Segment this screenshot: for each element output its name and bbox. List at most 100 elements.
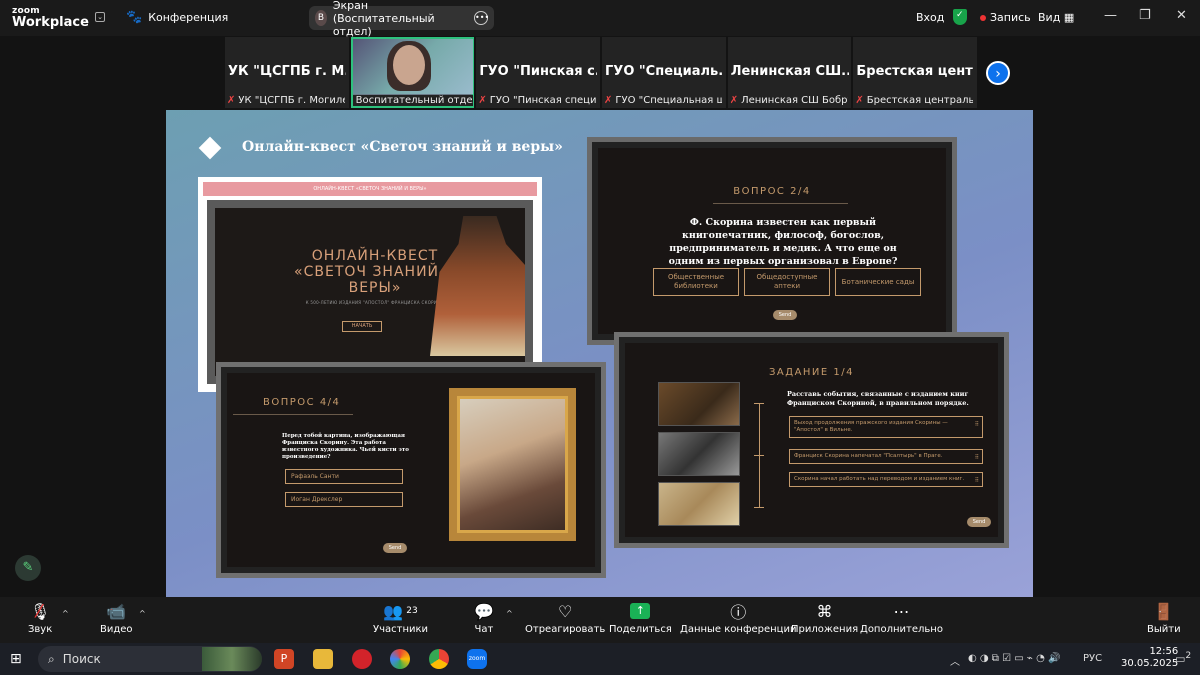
search-highlight-image <box>202 647 262 671</box>
chat-button[interactable]: 💬 Чат <box>474 601 494 636</box>
participant-name: Брестская цент... <box>856 64 974 79</box>
record-button[interactable]: Запись <box>980 11 1031 24</box>
caret-up-icon[interactable]: ^ <box>139 609 146 618</box>
mic-off-icon: ✗ <box>227 95 236 106</box>
start-button[interactable]: НАЧАТЬ <box>342 321 382 332</box>
heart-icon: ♡ <box>557 601 573 621</box>
info-label: Данные конференции <box>680 624 797 635</box>
chrome-icon[interactable] <box>429 649 449 669</box>
language-indicator[interactable]: РУС <box>1083 653 1102 664</box>
share-button[interactable]: ↑ Поделиться <box>609 601 672 635</box>
answer-option[interactable]: Рафаэль Санти <box>285 469 403 484</box>
more-button[interactable]: ⋯ Дополнительно <box>860 601 943 636</box>
info-icon: ⓘ <box>730 603 747 622</box>
tray-chevron-icon[interactable]: ︿ <box>950 653 960 668</box>
chevron-down-icon[interactable]: ⌄ <box>95 12 105 22</box>
workplace-logo: Workplace <box>12 15 89 30</box>
info-button[interactable]: ⓘ Данные конференции <box>680 601 796 635</box>
sortable-item[interactable]: Выход продолжения пражского издания Скор… <box>789 416 983 438</box>
audio-button[interactable]: 🎙 ⁄ Звук <box>28 600 53 636</box>
send-button[interactable]: Send <box>773 310 797 320</box>
slide-title: Онлайн-квест «Светоч знаний и веры» <box>242 139 563 155</box>
paw-icon: 🐾 <box>126 10 143 25</box>
screen-share-pill[interactable]: В Экран (Воспитательный отдел) ••• <box>309 0 494 38</box>
record-label: Запись <box>990 11 1031 24</box>
quest-title-line2: «СВЕТОЧ ЗНАНИЙ И ВЕРЫ» <box>294 264 456 296</box>
zoom-app-icon[interactable]: zoom <box>467 649 487 669</box>
send-button[interactable]: Send <box>967 517 991 527</box>
audio-label: Звук <box>28 624 53 635</box>
chromium-icon[interactable] <box>390 649 410 669</box>
question-4-card: ВОПРОС 4/4 Перед тобой картина, изобража… <box>216 362 606 578</box>
participant-label: Брестская центральна... <box>866 95 974 106</box>
react-label: Отреагировать <box>525 624 606 635</box>
answer-option[interactable]: Общественные библиотеки <box>653 268 739 296</box>
camera-off-icon: 📹 <box>106 601 127 621</box>
participant-label: Ленинская СШ Бобру... <box>741 95 848 106</box>
view-button[interactable]: Вид ▦ <box>1038 11 1074 24</box>
meeting-toolbar: 🎙 ⁄ Звук ^ 📹 Видео ^ 👥 23 Участники 💬 Чат ^ ♡ О… <box>0 597 1200 643</box>
question-heading: ВОПРОС 2/4 <box>733 186 811 197</box>
close-icon[interactable]: ✕ <box>1176 8 1187 23</box>
notification-icon[interactable]: ▭2 <box>1175 650 1191 666</box>
participant-tile-active[interactable]: Воспитательный отдел <box>350 37 475 108</box>
painting-frame <box>449 388 576 541</box>
powerpoint-icon[interactable]: P <box>274 649 294 669</box>
annotate-pencil-icon[interactable]: ✎ <box>15 555 41 581</box>
clock-date: 30.05.2025 <box>1121 658 1179 669</box>
share-label: Поделиться <box>609 624 672 635</box>
question-2-card: ВОПРОС 2/4 Ф. Скорина известен как первы… <box>587 137 957 345</box>
question-heading: ВОПРОС 4/4 <box>263 397 341 408</box>
react-button[interactable]: ♡ Отреагировать <box>525 601 606 636</box>
avatar: В <box>315 10 327 26</box>
participant-tile[interactable]: ГУО "Специаль... ✗ГУО "Специальная шк... <box>602 37 726 108</box>
answer-option[interactable]: Ботанические сады <box>835 268 921 296</box>
answer-option[interactable]: Общедоступные аптеки <box>744 268 830 296</box>
more-icon: ⋯ <box>893 601 910 621</box>
participants-icon: 👥 23 <box>383 601 418 621</box>
send-button[interactable]: Send <box>383 543 407 553</box>
notification-badge: 2 <box>1185 650 1192 661</box>
clock-time: 12:56 <box>1149 646 1179 657</box>
apps-icon: ⌘ <box>816 601 833 621</box>
minimize-icon[interactable]: — <box>1104 8 1117 23</box>
zoom-window: zoom Workplace ⌄ 🐾 Конференция В Экран (… <box>0 0 1200 675</box>
apps-label: Приложения <box>791 624 859 635</box>
login-button[interactable]: Вход <box>916 11 944 24</box>
participant-name: Ленинская СШ... <box>730 64 849 79</box>
apps-button[interactable]: ⌘ Приложения <box>791 601 859 636</box>
windows-start-icon[interactable]: ⊞ <box>10 649 30 669</box>
participant-name: ГУО "Специаль... <box>605 64 724 79</box>
sortable-item[interactable]: Скорина начал работать над переводом и и… <box>789 472 983 487</box>
participant-video <box>352 39 473 94</box>
more-icon[interactable]: ••• <box>474 11 489 25</box>
meeting-menu[interactable]: 🐾 Конференция <box>126 10 228 25</box>
file-explorer-icon[interactable] <box>313 649 333 669</box>
caret-up-icon[interactable]: ^ <box>506 609 513 618</box>
clock[interactable]: 12:56 30.05.2025 <box>1121 646 1178 670</box>
participant-tile[interactable]: Ленинская СШ... ✗Ленинская СШ Бобру... <box>727 37 852 108</box>
participant-tile[interactable]: Брестская цент... ✗Брестская центральна.… <box>853 37 978 108</box>
restore-icon[interactable]: ❐ <box>1139 8 1151 23</box>
sortable-item[interactable]: Франциск Скорина напечатал "Псалтырь" в … <box>789 449 983 464</box>
search-icon: ⌕ <box>48 651 55 666</box>
opera-icon[interactable] <box>352 649 372 669</box>
top-bar: zoom Workplace ⌄ 🐾 Конференция В Экран (… <box>0 0 1200 38</box>
participant-tile[interactable]: УК "ЦСГПБ г. М... ✗УК "ЦСГПБ г. Могилев.… <box>225 37 349 108</box>
tray-apps-icon[interactable]: ◐ ◑ ⧉ ☑ ▭ ⌁ ◔ 🔊 <box>968 653 1060 664</box>
next-page-button[interactable]: › <box>986 61 1010 85</box>
video-button[interactable]: 📹 Видео <box>100 601 133 636</box>
quest-title-card: ОНЛАЙН-КВЕСТ «СВЕТОЧ ЗНАНИЙ И ВЕРЫ» ОНЛА… <box>198 177 542 392</box>
shield-icon[interactable] <box>953 9 967 25</box>
mic-muted-icon: 🎙 ⁄ <box>29 600 51 622</box>
meeting-label: Конференция <box>148 11 229 24</box>
taskbar-search[interactable]: ⌕ Поиск <box>38 646 262 672</box>
participants-button[interactable]: 👥 23 Участники <box>373 601 428 636</box>
leave-button[interactable]: 🚪 Выйти <box>1147 601 1181 636</box>
record-dot-icon <box>980 14 986 21</box>
participant-tile[interactable]: ГУО "Пинская с... ✗ГУО "Пинская специа..… <box>476 37 601 108</box>
answer-option[interactable]: Иоган Дрекслер <box>285 492 403 507</box>
caret-up-icon[interactable]: ^ <box>62 609 69 618</box>
leave-icon: 🚪 <box>1153 601 1174 621</box>
manuscript-image <box>658 482 740 526</box>
